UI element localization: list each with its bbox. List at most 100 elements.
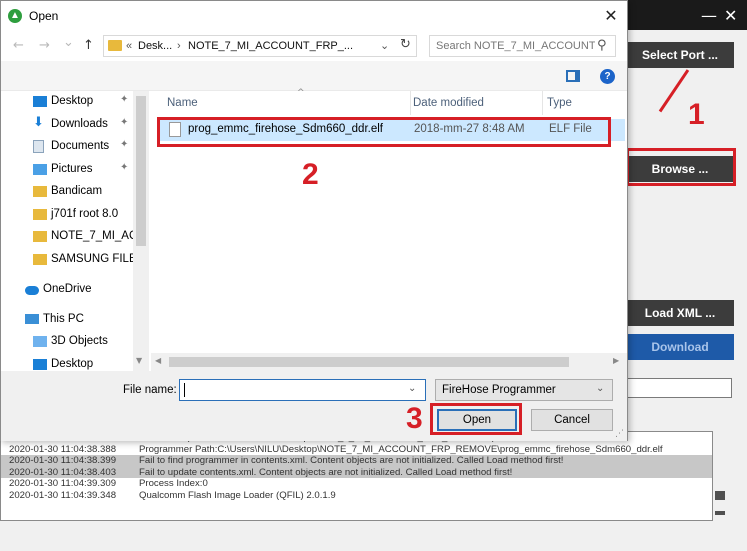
3d-objects-icon: [33, 336, 47, 347]
folder-icon: [33, 254, 47, 265]
app-path-field[interactable]: [626, 378, 732, 398]
nav-item-3d-objects[interactable]: 3D Objects: [1, 331, 133, 353]
dialog-title: Open: [29, 9, 59, 23]
nav-item-onedrive[interactable]: OneDrive: [1, 279, 133, 301]
step-2-label: 2: [302, 158, 319, 191]
forward-arrow-icon[interactable]: →: [39, 38, 50, 53]
nav-item-downloads[interactable]: ⬇ Downloads ✦: [1, 114, 133, 136]
breadcrumb-separator[interactable]: ›: [177, 40, 181, 52]
file-name-field[interactable]: ⌄: [179, 379, 426, 401]
file-name-input[interactable]: [180, 380, 405, 400]
scroll-grip-icon[interactable]: [715, 511, 725, 515]
download-button[interactable]: Download: [626, 334, 734, 360]
nav-item-this-pc[interactable]: This PC: [1, 309, 133, 331]
file-highlight-box: [157, 117, 611, 147]
nav-item-label: Downloads: [51, 118, 108, 130]
pin-icon[interactable]: ✦: [120, 117, 128, 128]
nav-item-label: Bandicam: [51, 185, 103, 197]
preview-pane-icon[interactable]: [566, 70, 580, 82]
nav-item-label: Desktop: [51, 95, 94, 107]
scroll-left-icon[interactable]: ◀: [155, 356, 161, 365]
browse-highlight-box: [626, 148, 736, 186]
sort-ascending-icon: ^: [297, 88, 305, 98]
nav-item-label: Documents: [51, 140, 110, 152]
nav-item-label: SAMSUNG FILE: [51, 253, 133, 265]
recent-locations-icon[interactable]: ⌄: [63, 35, 74, 50]
breadcrumb-desktop[interactable]: Desk...: [138, 40, 172, 52]
desktop-icon: [33, 96, 47, 107]
nav-item-desktop[interactable]: Desktop ✦: [1, 91, 133, 113]
nav-item-label: j701f root 8.0: [51, 208, 119, 220]
file-type-filter-value: FireHose Programmer: [442, 384, 556, 396]
scroll-thumb[interactable]: [136, 96, 146, 246]
desktop-icon: [33, 359, 47, 370]
onedrive-icon: [25, 286, 39, 295]
pin-icon[interactable]: ✦: [120, 139, 128, 150]
nav-item-label: Pictures: [51, 163, 93, 175]
scroll-down-icon[interactable]: ▼: [136, 356, 142, 365]
documents-icon: [33, 140, 44, 153]
breadcrumb-current-folder[interactable]: NOTE_7_MI_ACCOUNT_FRP_...: [188, 40, 353, 52]
file-type-filter[interactable]: FireHose Programmer ⌄: [435, 379, 613, 401]
refresh-icon[interactable]: ↻: [400, 37, 411, 52]
pin-icon[interactable]: ✦: [120, 162, 128, 173]
nav-item-label: Desktop: [51, 358, 94, 370]
search-icon[interactable]: ⚲: [597, 38, 607, 53]
nav-item-pictures[interactable]: Pictures ✦: [1, 159, 133, 181]
chevron-down-icon[interactable]: ⌄: [596, 383, 604, 394]
folder-icon: [108, 40, 122, 51]
nav-item-bandicam[interactable]: Bandicam: [1, 181, 133, 203]
cancel-button[interactable]: Cancel: [531, 409, 613, 431]
file-name-label: File name:: [123, 384, 177, 396]
search-box[interactable]: ⚲: [429, 35, 616, 57]
chevron-down-icon[interactable]: ⌄: [380, 39, 389, 52]
breadcrumb-overflow[interactable]: «: [126, 40, 132, 52]
dialog-close-button[interactable]: ✕: [601, 6, 621, 26]
nav-item-label: This PC: [43, 313, 84, 325]
app-close-button[interactable]: ✕: [724, 6, 737, 25]
log-row: 2020-01-30 11:04:39.309 Process Index:0: [9, 478, 208, 490]
resize-grip-icon[interactable]: ⋰: [615, 429, 624, 439]
scroll-thumb[interactable]: [169, 357, 569, 367]
up-arrow-icon[interactable]: ↑: [83, 38, 94, 53]
nav-item-desktop-pc[interactable]: Desktop: [1, 354, 133, 371]
nav-item-samsung-file[interactable]: SAMSUNG FILE: [1, 249, 133, 271]
navigation-pane: Desktop ✦ ⬇ Downloads ✦ Documents ✦ Pict…: [1, 91, 133, 371]
open-highlight-box: [430, 403, 522, 435]
annotation-arrow: [658, 69, 690, 113]
search-input[interactable]: [430, 36, 595, 56]
file-list-scrollbar[interactable]: ◀ ▶: [151, 353, 627, 371]
nav-item-j701f-root[interactable]: j701f root 8.0: [1, 204, 133, 226]
log-scrollbar[interactable]: [713, 431, 747, 521]
column-header-name[interactable]: ^ Name: [167, 88, 411, 115]
column-header-type[interactable]: Type: [547, 91, 627, 115]
address-bar[interactable]: « Desk... › NOTE_7_MI_ACCOUNT_FRP_... ⌄ …: [103, 35, 417, 57]
nav-item-label: NOTE_7_MI_ACC: [51, 230, 133, 242]
back-arrow-icon[interactable]: ←: [13, 38, 24, 53]
dialog-footer: File name: ⌄ FireHose Programmer ⌄ Open …: [1, 371, 627, 441]
column-header-date[interactable]: Date modified: [413, 91, 543, 115]
nav-item-documents[interactable]: Documents ✦: [1, 136, 133, 158]
command-bar: ?: [1, 61, 627, 91]
downloads-icon: ⬇: [33, 115, 44, 130]
log-panel: 2020-01-30 11:04:38.386PATCH file path:C…: [0, 431, 713, 521]
scroll-right-icon[interactable]: ▶: [613, 356, 619, 365]
log-row: 2020-01-30 11:04:38.403 Fail to update co…: [1, 466, 712, 479]
step-3-label: 3: [406, 402, 423, 435]
log-row: 2020-01-30 11:04:38.399 Fail to find prog…: [1, 455, 712, 467]
navigation-pane-scrollbar[interactable]: ▼: [133, 91, 149, 371]
navigation-bar: ← → ⌄ ↑ « Desk... › NOTE_7_MI_ACCOUNT_FR…: [1, 31, 627, 61]
scroll-grip-icon[interactable]: [715, 491, 725, 500]
load-xml-button[interactable]: Load XML ...: [626, 300, 734, 326]
log-row: 2020-01-30 11:04:38.388 Programmer Path:C…: [9, 443, 663, 455]
pin-icon[interactable]: ✦: [120, 94, 128, 105]
this-pc-icon: [25, 314, 39, 324]
minimize-button[interactable]: —: [701, 6, 717, 25]
nav-item-note7-folder[interactable]: NOTE_7_MI_ACC: [1, 226, 133, 248]
select-port-button[interactable]: Select Port ...: [626, 42, 734, 68]
chevron-down-icon[interactable]: ⌄: [408, 383, 416, 394]
text-caret: [184, 383, 185, 397]
folder-icon: [33, 186, 47, 197]
help-icon[interactable]: ?: [600, 69, 615, 84]
folder-icon: [33, 231, 47, 242]
